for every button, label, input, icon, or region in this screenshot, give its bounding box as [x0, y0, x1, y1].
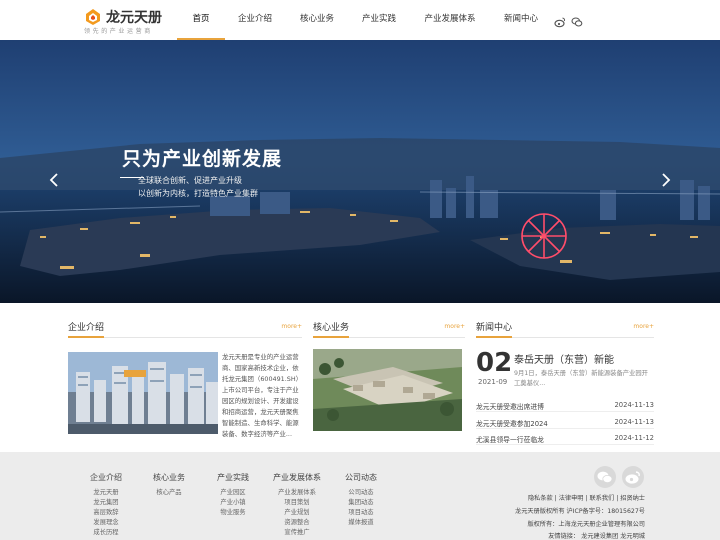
news-section-header: 新闻中心 more+ [476, 320, 654, 338]
section-underline [313, 336, 349, 338]
footer-link[interactable]: 产业园区 [217, 488, 249, 498]
footer-link[interactable]: 项目动态 [345, 508, 377, 518]
footer-column-business: 核心业务 核心产品 [153, 472, 185, 498]
about-section-title: 企业介绍 [68, 323, 105, 333]
footer-link[interactable]: 成长历程 [90, 528, 122, 538]
nav-item-business[interactable]: 核心业务 [294, 0, 340, 40]
next-slide-icon[interactable] [658, 172, 672, 188]
footer-column-news: 公司动态 公司动态 集团动态 项目动态 媒体报道 [345, 472, 377, 528]
nav-item-home[interactable]: 首页 [177, 0, 225, 40]
footer-link[interactable]: 资源整合 [273, 518, 321, 528]
nav-item-news[interactable]: 新闻中心 [498, 0, 544, 40]
footer-link[interactable]: 高层致辞 [90, 508, 122, 518]
banner-subtitle-2: 以创新为内核，打造特色产业集群 [138, 189, 258, 198]
footer-friend-links[interactable]: 友情链接： 龙元建设集团 龙元明城 [548, 531, 645, 540]
section-underline [476, 336, 512, 338]
footer-link[interactable]: 项目策划 [273, 498, 321, 508]
news-list-item[interactable]: 龙元天册受邀出席进博 2024-11-13 [476, 399, 654, 412]
footer-link[interactable]: 宣传推广 [273, 528, 321, 538]
city-night-image [0, 40, 720, 303]
about-description: 龙元天册是专业的产业运营商、国家高新技术企业，依托龙元集团（600491.SH）… [222, 353, 299, 438]
news-list-item[interactable]: 尤溪县领导一行莅临龙 2024-11-12 [476, 432, 654, 445]
footer-column-title: 公司动态 [345, 473, 377, 482]
footer-legal-links[interactable]: 隐私条款 | 法律申明 | 联系我们 | 招贤纳士 [528, 493, 645, 502]
footer-link[interactable]: 龙元集团 [90, 498, 122, 508]
footer-link[interactable]: 产业小镇 [217, 498, 249, 508]
footer-link[interactable]: 集团动态 [345, 498, 377, 508]
featured-news-title[interactable]: 泰岳天册（东营）新能 [514, 351, 614, 366]
footer-copyright: 版权所有：上海龙元天册企业管理有限公司 [527, 521, 645, 528]
nav-item-practice[interactable]: 产业实践 [356, 0, 402, 40]
footer-column-about: 企业介绍 龙元天册 龙元集团 高层致辞 发展理念 成长历程 [90, 472, 122, 538]
footer-link[interactable]: 产业发展体系 [273, 488, 321, 498]
logo[interactable]: 龙元天册 领先的产业运营商 [84, 6, 184, 36]
featured-news-year-month: 2021-09 [478, 378, 508, 386]
business-section-header: 核心业务 more+ [313, 320, 465, 338]
prev-slide-icon[interactable] [48, 172, 62, 188]
business-photo[interactable] [313, 349, 462, 431]
section-underline [68, 336, 104, 338]
banner-subtitle-1: 全球联合创新、促进产业升级 [138, 176, 242, 185]
footer-column-title: 产业实践 [217, 473, 249, 482]
footer-link[interactable]: 媒体报道 [345, 518, 377, 528]
business-more-link[interactable]: more+ [444, 323, 465, 330]
social-links [554, 13, 584, 28]
nav-item-about[interactable]: 企业介绍 [232, 0, 278, 40]
news-title: 龙元天册受邀出席进博 [476, 403, 544, 411]
news-date: 2024-11-13 [614, 418, 654, 426]
banner-title: 只为产业创新发展 [122, 148, 283, 170]
news-title: 龙元天册受邀参加2024 [476, 420, 548, 428]
hero-banner: 只为产业创新发展 全球联合创新、促进产业升级 以创新为内核，打造特色产业集群 [0, 40, 720, 303]
footer-link[interactable]: 物业服务 [217, 508, 249, 518]
footer-column-development: 产业发展体系 产业发展体系 项目策划 产业规划 资源整合 宣传推广 [273, 472, 321, 538]
footer-link[interactable]: 龙元天册 [90, 488, 122, 498]
news-title: 尤溪县领导一行莅临龙 [476, 436, 544, 444]
footer-icp: 龙元天册版权所有 沪ICP备字号：18015627号 [515, 508, 645, 515]
footer-link[interactable]: 发展理念 [90, 518, 122, 528]
logo-mark-icon [86, 9, 100, 25]
news-date: 2024-11-13 [614, 401, 654, 409]
footer-weibo-icon[interactable] [622, 466, 644, 488]
about-photo[interactable] [68, 352, 218, 434]
featured-news-day: 02 [476, 348, 513, 378]
news-date: 2024-11-12 [614, 434, 654, 442]
footer-column-title: 核心业务 [153, 473, 185, 482]
featured-news-summary: 9月1日，泰岳天册（东营）新能源装备产业园开工奠基仪... [514, 370, 648, 387]
footer-link[interactable]: 公司动态 [345, 488, 377, 498]
footer-column-title: 产业发展体系 [273, 473, 321, 482]
footer-wechat-icon[interactable] [594, 466, 616, 488]
brand-name: 龙元天册 [106, 10, 162, 26]
news-section-title: 新闻中心 [476, 323, 513, 333]
footer-link[interactable]: 产业规划 [273, 508, 321, 518]
news-more-link[interactable]: more+ [633, 323, 654, 330]
footer-column-practice: 产业实践 产业园区 产业小镇 物业服务 [217, 472, 249, 518]
wechat-icon[interactable] [571, 13, 583, 27]
footer-column-title: 企业介绍 [90, 473, 122, 482]
about-more-link[interactable]: more+ [281, 323, 302, 330]
weibo-icon[interactable] [554, 13, 566, 28]
brand-slogan: 领先的产业运营商 [84, 28, 153, 35]
about-section-header: 企业介绍 more+ [68, 320, 302, 338]
news-list-item[interactable]: 龙元天册受邀参加2024 2024-11-13 [476, 416, 654, 429]
business-section-title: 核心业务 [313, 323, 350, 333]
site-header: 龙元天册 领先的产业运营商 首页 企业介绍 核心业务 产业实践 产业发展体系 新… [0, 0, 720, 40]
nav-item-development-system[interactable]: 产业发展体系 [420, 0, 480, 40]
footer-link[interactable]: 核心产品 [153, 488, 185, 498]
